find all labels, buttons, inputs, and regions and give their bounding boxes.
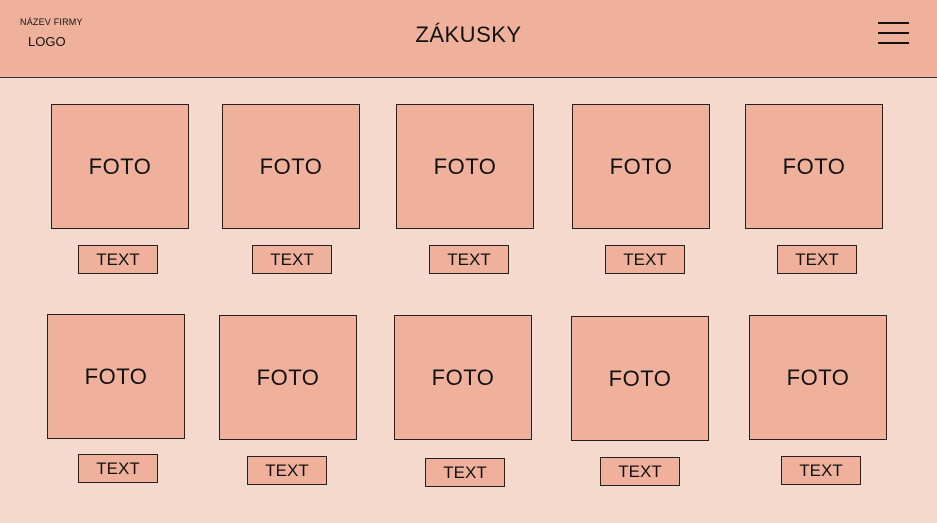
menu-line [878,32,909,34]
menu-line [878,42,909,44]
product-photo[interactable]: FOTO [572,104,710,229]
hamburger-menu-icon[interactable] [878,20,910,46]
product-photo[interactable]: FOTO [571,316,709,441]
product-photo[interactable]: FOTO [47,314,185,439]
product-text[interactable]: TEXT [605,245,685,274]
product-photo[interactable]: FOTO [51,104,189,229]
menu-line [878,22,909,24]
product-text[interactable]: TEXT [252,245,332,274]
product-text[interactable]: TEXT [429,245,509,274]
product-text[interactable]: TEXT [777,245,857,274]
product-photo[interactable]: FOTO [745,104,883,229]
product-text[interactable]: TEXT [247,456,327,485]
product-photo[interactable]: FOTO [222,104,360,229]
product-photo[interactable]: FOTO [394,315,532,440]
product-text[interactable]: TEXT [600,457,680,486]
product-photo[interactable]: FOTO [219,315,357,440]
product-text[interactable]: TEXT [425,458,505,487]
header-bar: NÁZEV FIRMY LOGO ZÁKUSKY [0,0,937,78]
product-photo[interactable]: FOTO [396,104,534,229]
page-title: ZÁKUSKY [415,22,522,47]
product-photo[interactable]: FOTO [749,315,887,440]
product-text[interactable]: TEXT [78,245,158,274]
product-text[interactable]: TEXT [781,456,861,485]
product-text[interactable]: TEXT [78,454,158,483]
